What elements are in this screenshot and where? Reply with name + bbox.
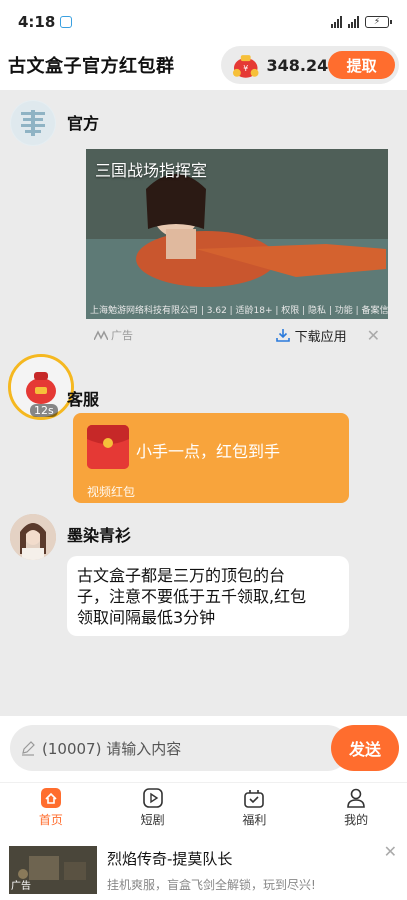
play-icon <box>142 788 163 808</box>
timer-badge: 12s <box>30 404 58 417</box>
sender-name-service: 客服 <box>67 390 100 409</box>
bottom-ad-title: 烈焰传奇-提莫队长 <box>107 850 233 868</box>
user-avatar[interactable] <box>10 514 56 560</box>
user-photo-icon <box>10 514 56 560</box>
ad-footer-bar: 广告 下载应用 ✕ <box>86 319 388 351</box>
tab-welfare[interactable]: 福利 <box>204 783 306 832</box>
tab-profile[interactable]: 我的 <box>305 783 407 832</box>
tab-label-home: 首页 <box>38 813 63 827</box>
input-placeholder: (10007) 请输入内容 <box>42 739 182 758</box>
ad-label: 广告 <box>94 327 133 343</box>
bottom-ad-banner[interactable]: 广告 烈焰传奇-提莫队长 挂机爽服，盲盒飞剑全解锁，玩到尽兴! ✕ <box>0 832 407 900</box>
red-packet-text: 小手一点，红包到手 <box>136 442 281 461</box>
download-icon <box>275 329 290 342</box>
sender-name-user: 墨染青衫 <box>67 526 132 545</box>
download-label: 下载应用 <box>294 329 347 345</box>
tab-label-drama: 短剧 <box>140 813 165 827</box>
send-button[interactable]: 发送 <box>331 725 399 771</box>
gift-icon <box>244 790 265 808</box>
signal-icon-2 <box>348 16 359 28</box>
ad-image-title: 三国战场指挥室 <box>95 161 208 180</box>
bottom-ad-tag: 广告 <box>11 881 31 892</box>
download-app-button[interactable]: 下载应用 <box>275 326 347 345</box>
status-indicators: ⚡ <box>331 16 392 28</box>
text-message: 古文盒子都是三万的顶包的台 子，注意不要低于五千领取,红包 领取间隔最低3分钟 <box>67 556 349 636</box>
pencil-icon <box>22 741 35 756</box>
ad-image-footer: 上海勉游网络科技有限公司 | 3.62 | 适龄18+ | 权限 | 隐私 | … <box>90 306 388 316</box>
input-bar: (10007) 请输入内容 发送 <box>0 716 407 782</box>
svg-text:¥: ¥ <box>243 64 248 73</box>
battery-icon: ⚡ <box>365 16 392 28</box>
red-packet-message[interactable]: 小手一点，红包到手 视频红包 <box>73 413 349 503</box>
status-time: 4:18 <box>18 13 56 31</box>
status-bar: 4:18 ⚡ <box>0 0 407 44</box>
message-line: 古文盒子都是三万的顶包的台 <box>77 566 286 585</box>
ad-brand-icon <box>94 330 108 340</box>
message-line: 子，注意不要低于五千领取,红包 <box>77 587 307 606</box>
signal-icon <box>331 16 342 28</box>
ad-card[interactable]: 三国战场指挥室 上海勉游网络科技有限公司 | 3.62 | 适龄18+ | 权限… <box>86 149 388 351</box>
page-title: 古文盒子官方红包群 <box>8 56 175 77</box>
money-bag-icon: ¥ <box>232 55 259 78</box>
bottom-ad-thumbnail[interactable]: 广告 <box>9 846 97 894</box>
tab-home[interactable]: 首页 <box>0 783 102 832</box>
tab-bar: 首页 短剧 福利 我的 <box>0 782 407 832</box>
message-line: 领取间隔最低3分钟 <box>77 608 216 627</box>
sender-name-official: 官方 <box>67 114 100 133</box>
balance-pill[interactable]: ¥ 348.24 提取 <box>221 46 399 84</box>
notification-icon <box>60 16 73 28</box>
profile-icon <box>347 788 365 808</box>
official-avatar[interactable] <box>10 100 56 146</box>
tab-label-profile: 我的 <box>344 813 369 827</box>
withdraw-button[interactable]: 提取 <box>328 51 395 79</box>
message-input[interactable]: (10007) 请输入内容 <box>10 725 350 771</box>
red-packet-subtitle: 视频红包 <box>87 485 136 499</box>
balance-amount: 348.24 <box>266 55 329 75</box>
bottom-ad-description: 挂机爽服，盲盒飞剑全解锁，玩到尽兴! <box>107 878 316 892</box>
ad-close-icon[interactable]: ✕ <box>367 326 380 345</box>
ad-image[interactable]: 三国战场指挥室 上海勉游网络科技有限公司 | 3.62 | 适龄18+ | 权限… <box>86 149 388 319</box>
ad-label-text: 广告 <box>111 329 133 342</box>
chat-header: 古文盒子官方红包群 ¥ 348.24 提取 <box>0 40 407 90</box>
tab-drama[interactable]: 短剧 <box>102 783 204 832</box>
official-logo-icon <box>11 101 55 145</box>
tab-label-welfare: 福利 <box>242 813 267 827</box>
bottom-ad-close-icon[interactable]: ✕ <box>384 842 397 861</box>
red-packet-icon <box>87 425 129 469</box>
home-icon <box>40 788 61 808</box>
